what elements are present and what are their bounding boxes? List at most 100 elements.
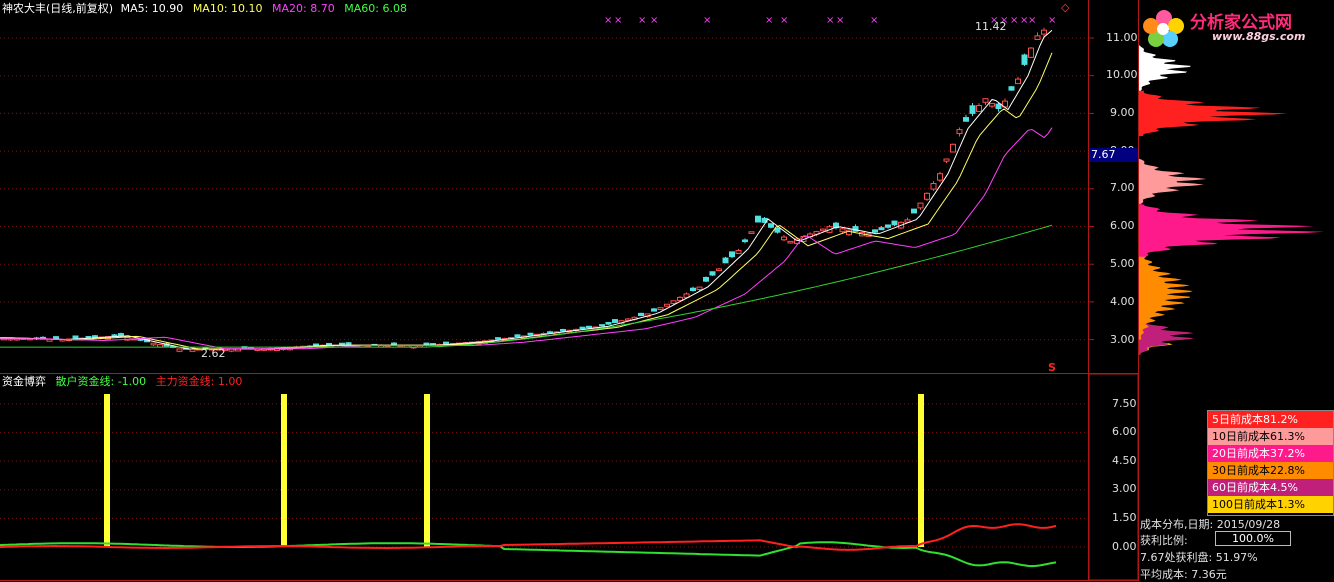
site-logo[interactable]: 分析家公式网 www.88gs.com	[1138, 2, 1334, 52]
candle-body	[586, 325, 592, 329]
sell-signal-marker: S	[1048, 361, 1056, 374]
candle-body	[748, 231, 755, 234]
indicator-name: 资金博弈	[2, 375, 46, 388]
signal-x-mark: ×	[638, 15, 646, 26]
candle-body	[150, 342, 157, 346]
candle-body	[638, 312, 644, 317]
price-tick: 11.00	[1106, 31, 1138, 44]
candlestick-series	[1, 27, 1047, 353]
cost-legend-item: 30日前成本22.8%	[1208, 462, 1333, 479]
signal-x-mark: ×	[614, 15, 622, 26]
stock-title: 神农大丰(日线,前复权)	[2, 2, 114, 15]
price-tick: 10.00	[1106, 68, 1138, 81]
ma10-line	[0, 52, 1053, 350]
candle-body	[774, 227, 781, 233]
candle-body	[1008, 86, 1015, 91]
price-tick: 5.00	[1110, 257, 1135, 270]
header-legend: 神农大丰(日线,前复权) MA5: 10.90 MA10: 10.10 MA20…	[2, 2, 407, 16]
candle-body	[930, 183, 937, 190]
candle-body	[85, 336, 92, 339]
cost-band	[1139, 245, 1193, 340]
candle-body	[677, 296, 683, 301]
candle-body	[696, 286, 703, 291]
indicator-panel	[0, 394, 1057, 568]
candle-body	[917, 202, 924, 209]
candle-body	[495, 337, 501, 340]
candle-body	[716, 268, 722, 272]
profit-ratio-value: 100.0%	[1215, 531, 1291, 546]
signal-x-mark: ×	[1010, 15, 1018, 26]
candle-body	[527, 332, 534, 336]
signal-x-mark: ×	[765, 15, 773, 26]
signal-x-mark: ×	[1028, 15, 1036, 26]
indicator-tick: 6.00	[1112, 425, 1137, 438]
candle-body	[982, 98, 989, 103]
candle-body	[722, 257, 729, 264]
diamond-icon[interactable]: ◇	[1061, 1, 1069, 15]
candle-body	[111, 334, 118, 337]
retail-line-label: 散户资金线: -1.00	[55, 375, 147, 388]
candle-body	[729, 251, 735, 258]
candle-body	[839, 228, 846, 233]
candle-body	[560, 329, 566, 332]
candle-body	[313, 343, 319, 347]
cost-band	[1139, 90, 1288, 136]
candle-body	[742, 239, 748, 243]
cost-distribution-profile	[1139, 45, 1325, 355]
candle-body	[92, 335, 98, 338]
cost-legend-item: 10日前成本61.3%	[1208, 428, 1333, 445]
candle-body	[1021, 54, 1028, 65]
candle-body	[670, 300, 677, 304]
signal-bar	[281, 394, 287, 547]
signal-x-mark: ×	[703, 15, 711, 26]
candle-body	[787, 240, 794, 244]
signal-x-mark: ×	[604, 15, 612, 26]
cost-band	[1139, 203, 1325, 257]
price-tick: 6.00	[1110, 219, 1135, 232]
signal-bar	[918, 394, 924, 547]
candle-body	[651, 308, 657, 312]
indicator-tick: 1.50	[1112, 511, 1137, 524]
ma10-label: MA10: 10.10	[192, 2, 263, 15]
ma20-label: MA20: 8.70	[272, 2, 335, 15]
average-cost: 平均成本: 7.36元	[1140, 568, 1227, 581]
candle-body	[1041, 29, 1047, 35]
signal-x-mark: ×	[1048, 15, 1056, 26]
candle-body	[943, 158, 950, 162]
candle-body	[995, 103, 1002, 109]
ma20-line	[0, 127, 1053, 350]
indicator-tick: 4.50	[1112, 454, 1137, 467]
cost-band	[1139, 45, 1191, 91]
cost-legend-item: 20日前成本37.2%	[1208, 445, 1333, 462]
profit-at-price: 7.67处获利盘: 51.97%	[1140, 551, 1258, 564]
indicator-tick: 7.50	[1112, 397, 1137, 410]
candle-body	[969, 105, 976, 114]
candle-body	[937, 173, 943, 181]
signal-bar	[104, 394, 110, 547]
candle-body	[703, 276, 709, 282]
indicator-tick: 3.00	[1112, 482, 1137, 495]
candle-body	[514, 334, 521, 338]
candle-body	[605, 321, 612, 325]
signal-x-mark: ×	[870, 15, 878, 26]
flower-logo-icon	[1143, 10, 1184, 47]
candle-body	[443, 341, 449, 345]
ma60-label: MA60: 6.08	[344, 2, 407, 15]
candle-body	[885, 224, 891, 228]
signal-bar	[424, 394, 430, 547]
candle-body	[924, 192, 930, 200]
candle-body	[820, 228, 826, 232]
signal-x-mark: ×	[780, 15, 788, 26]
candle-body	[735, 250, 742, 254]
price-tick: 9.00	[1110, 106, 1135, 119]
candle-body	[599, 324, 605, 327]
candle-body	[781, 236, 787, 241]
candle-body	[755, 215, 761, 223]
candle-body	[1028, 47, 1034, 58]
signal-x-mark: ×	[650, 15, 658, 26]
logo-url: www.88gs.com	[1212, 30, 1306, 43]
price-tick: 3.00	[1110, 333, 1135, 346]
cost-legend: 5日前成本81.2% 10日前成本61.3% 20日前成本37.2% 30日前成…	[1207, 410, 1334, 516]
indicator-legend: 资金博弈 散户资金线: -1.00 主力资金线: 1.00	[2, 375, 242, 389]
candle-body	[690, 287, 696, 292]
